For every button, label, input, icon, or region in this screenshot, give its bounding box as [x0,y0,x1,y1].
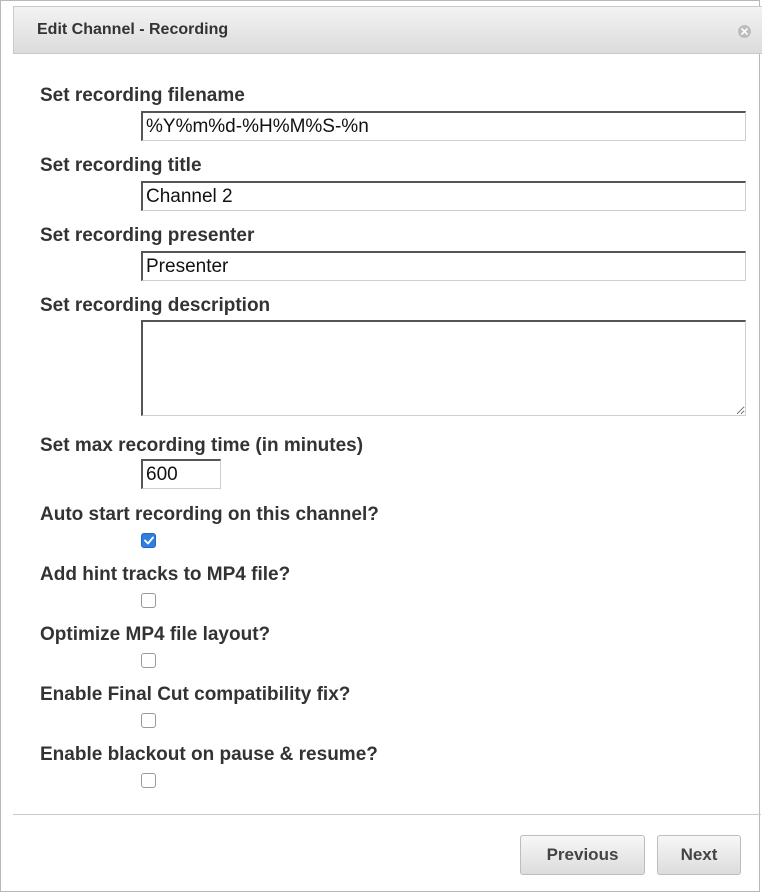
filename-label: Set recording filename [40,85,245,106]
option-label-hint-tracks: Add hint tracks to MP4 file? [40,564,291,585]
option-label-final-cut: Enable Final Cut compatibility fix? [40,684,351,705]
close-x-glyph [741,28,748,35]
footer-divider [13,814,761,815]
next-button[interactable]: Next [657,835,741,875]
auto-start-checkbox[interactable] [141,533,156,548]
max-time-input[interactable] [141,459,221,489]
dialog-title: Edit Channel - Recording [37,21,229,38]
final-cut-checkbox[interactable] [141,713,156,728]
description-textarea[interactable] [141,320,746,416]
blackout-checkbox[interactable] [141,773,156,788]
previous-button[interactable]: Previous [520,835,645,875]
option-label-auto-start: Auto start recording on this channel? [40,504,379,525]
hint-tracks-checkbox[interactable] [141,593,156,608]
checkmark-icon [143,536,154,545]
dialog-titlebar: Edit Channel - Recording [13,6,762,54]
max-time-label: Set max recording time (in minutes) [40,435,364,456]
close-icon[interactable] [738,25,751,38]
presenter-input[interactable] [141,251,746,281]
description-label: Set recording description [40,295,271,316]
title-input[interactable] [141,181,746,211]
edit-channel-dialog: Edit Channel - Recording Set recording f… [0,0,762,892]
optimize-mp4-checkbox[interactable] [141,653,156,668]
option-label-optimize-mp4: Optimize MP4 file layout? [40,624,271,645]
presenter-label: Set recording presenter [40,225,255,246]
filename-input[interactable] [141,111,746,141]
title-label: Set recording title [40,155,202,176]
option-label-blackout: Enable blackout on pause & resume? [40,744,378,765]
